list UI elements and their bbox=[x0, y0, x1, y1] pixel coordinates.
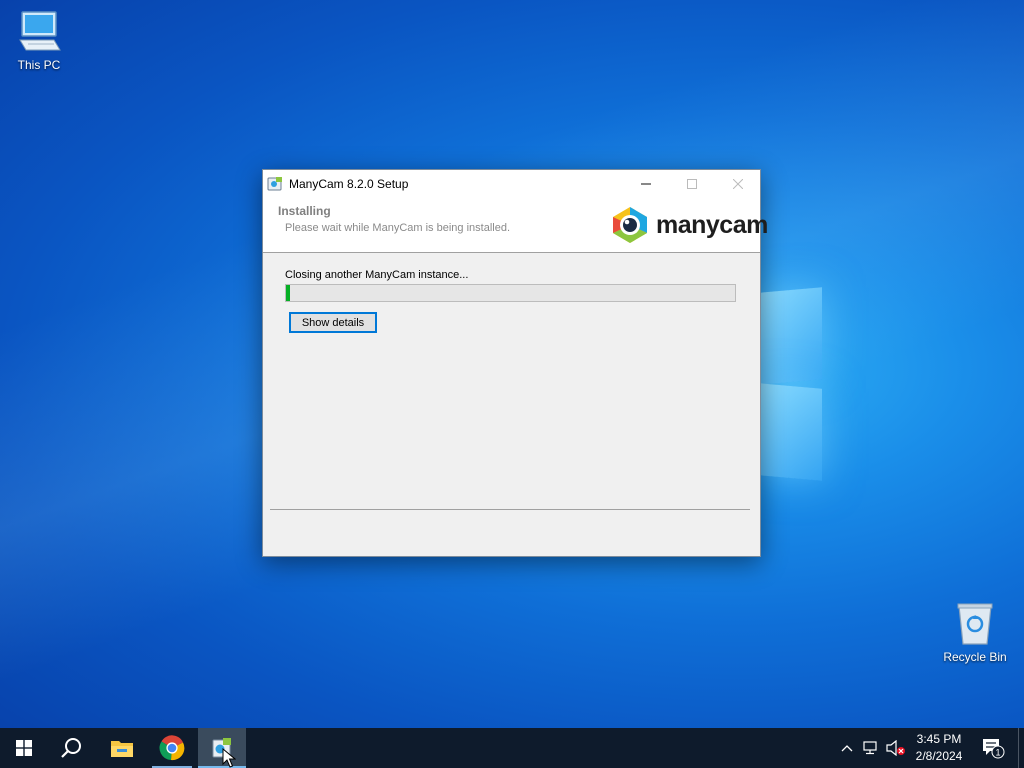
network-icon bbox=[863, 741, 877, 755]
search-icon bbox=[61, 738, 81, 758]
header-title: Installing bbox=[278, 204, 331, 218]
search-button[interactable] bbox=[48, 728, 96, 768]
footer-divider bbox=[270, 509, 750, 510]
desktop-icon-recycle-bin[interactable]: Recycle Bin bbox=[939, 602, 1011, 664]
chrome-icon bbox=[159, 735, 185, 761]
tray-volume[interactable] bbox=[884, 728, 908, 768]
clock-date: 2/8/2024 bbox=[915, 749, 963, 763]
manycam-logo: manycam bbox=[611, 205, 768, 245]
wallpaper-logo-pane bbox=[760, 383, 822, 481]
desktop-icon-label: This PC bbox=[17, 58, 61, 72]
taskbar: 3:45 PM 2/8/2024 1 bbox=[0, 728, 1024, 768]
manycam-wordmark: manycam bbox=[656, 210, 768, 239]
notification-icon: 1 bbox=[983, 739, 1005, 759]
installer-icon bbox=[267, 176, 282, 190]
header-subtitle: Please wait while ManyCam is being insta… bbox=[285, 222, 510, 234]
taskbar-file-explorer[interactable] bbox=[98, 728, 146, 768]
window-titlebar[interactable]: ManyCam 8.2.0 Setup bbox=[263, 170, 760, 197]
computer-icon bbox=[19, 11, 61, 51]
manycam-logo-icon bbox=[613, 207, 647, 243]
chevron-up-icon bbox=[841, 745, 853, 752]
action-center-button[interactable]: 1 bbox=[978, 728, 1008, 768]
notification-count: 1 bbox=[995, 748, 1000, 758]
desktop-icon-label: Recycle Bin bbox=[943, 650, 1007, 664]
start-button[interactable] bbox=[0, 728, 48, 768]
close-button[interactable] bbox=[715, 170, 761, 197]
recycle-bin-icon bbox=[957, 603, 993, 645]
mouse-cursor-icon bbox=[222, 748, 236, 768]
setup-window: ManyCam 8.2.0 Setup Installing Please wa… bbox=[262, 169, 768, 557]
maximize-button[interactable] bbox=[669, 170, 715, 197]
desktop-icon-this-pc[interactable]: This PC bbox=[3, 10, 75, 72]
file-explorer-icon bbox=[111, 741, 133, 757]
tray-network[interactable] bbox=[860, 728, 882, 768]
progress-fill bbox=[286, 285, 290, 301]
show-desktop-button[interactable] bbox=[1018, 728, 1024, 768]
taskbar-clock[interactable]: 3:45 PM 2/8/2024 bbox=[910, 731, 968, 765]
window-title: ManyCam 8.2.0 Setup bbox=[289, 176, 409, 191]
volume-muted-icon bbox=[886, 740, 905, 756]
taskbar-chrome[interactable] bbox=[148, 728, 196, 768]
installer-header: Installing Please wait while ManyCam is … bbox=[263, 197, 768, 253]
windows-start-icon bbox=[16, 740, 32, 756]
install-progress-bar bbox=[285, 284, 736, 302]
install-status-text: Closing another ManyCam instance... bbox=[285, 269, 469, 281]
clock-time: 3:45 PM bbox=[916, 732, 962, 746]
close-icon bbox=[733, 178, 743, 189]
maximize-icon bbox=[687, 178, 697, 189]
minimize-icon bbox=[641, 183, 651, 184]
show-details-button[interactable]: Show details bbox=[289, 312, 377, 333]
tray-overflow-button[interactable] bbox=[838, 728, 856, 768]
wallpaper-logo-pane bbox=[760, 287, 822, 385]
minimize-button[interactable] bbox=[623, 170, 669, 197]
